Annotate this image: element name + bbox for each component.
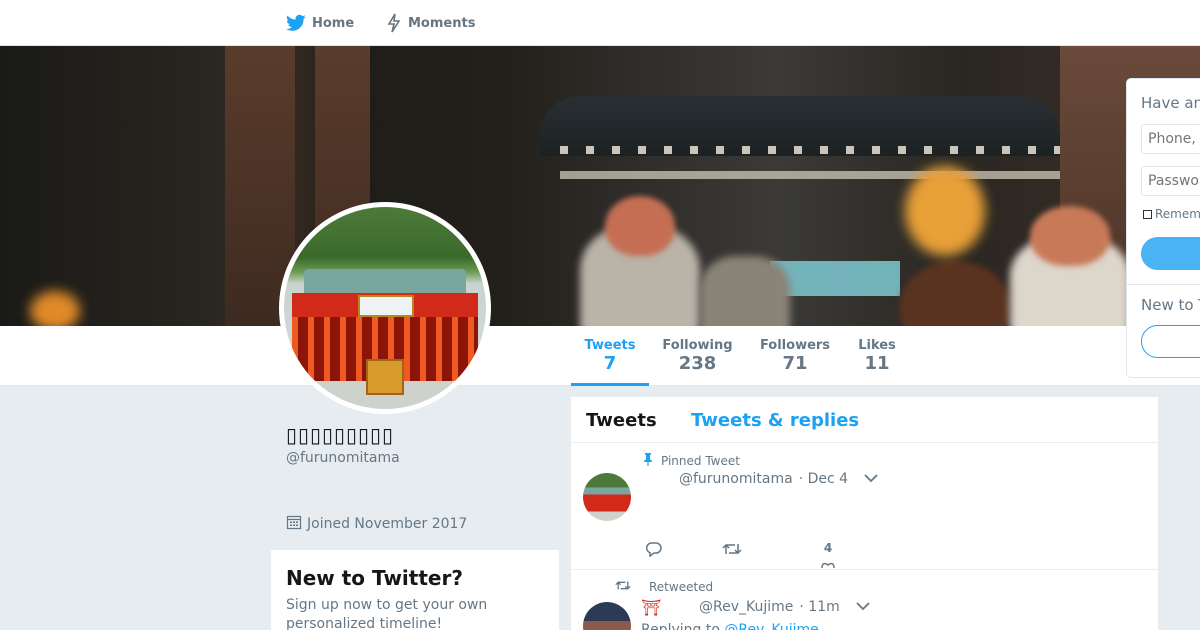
banner-figure — [900, 261, 1010, 326]
stat-following-value: 238 — [678, 353, 717, 374]
nav-moments-label: Moments — [408, 15, 476, 31]
stat-following-label: Following — [662, 338, 733, 353]
nav-moments-link[interactable]: Moments — [386, 12, 475, 34]
tweet-context: Pinned Tweet — [641, 452, 740, 469]
tweet-author-avatar[interactable] — [583, 473, 631, 521]
login-card: Have an Remem New to T — [1126, 78, 1200, 378]
joined-text: Joined November 2017 — [307, 516, 468, 532]
retweet-icon — [722, 541, 742, 560]
banner-lanterns — [560, 146, 1060, 154]
login-divider — [1127, 284, 1200, 285]
nav-home-link[interactable]: Home — [286, 12, 354, 34]
profile-timeline: Tweets Tweets & replies Pinned Tweet @fu… — [571, 397, 1158, 630]
stat-followers-label: Followers — [759, 338, 831, 353]
profile-joined-date: Joined November 2017 — [286, 514, 467, 534]
stat-likes-label: Likes — [858, 338, 896, 353]
profile-handle[interactable]: @furunomitama — [286, 450, 400, 466]
new-to-twitter-card: New to Twitter? Sign up now to get your … — [271, 550, 559, 630]
top-navigation-bar: Home Moments — [0, 0, 1200, 46]
twitter-bird-icon — [286, 14, 306, 32]
stat-followers[interactable]: Followers 71 — [757, 326, 833, 386]
stat-followers-value: 71 — [782, 353, 808, 374]
tweet-author-handle[interactable]: @furunomitama — [679, 471, 793, 487]
avatar-offering-box — [366, 359, 404, 395]
reply-icon — [645, 541, 663, 560]
banner-flame — [30, 291, 80, 326]
retweet-icon — [615, 579, 631, 595]
lightning-icon — [386, 13, 402, 33]
like-count: 4 — [823, 541, 833, 555]
profile-stats-bar: Tweets 7 Following 238 Followers 71 Like… — [0, 326, 1200, 386]
tweet-author-handle[interactable]: @Rev_Kujime — [699, 599, 793, 615]
nav-home-label: Home — [312, 15, 355, 31]
pinned-label: Pinned Tweet — [661, 453, 740, 468]
phone-email-input[interactable] — [1141, 124, 1200, 154]
tab-tweets[interactable]: Tweets — [586, 410, 657, 431]
signup-button[interactable] — [1141, 325, 1200, 358]
retweeted-label: Retweeted — [649, 580, 714, 594]
profile-banner-image[interactable] — [0, 46, 1200, 326]
remember-me-label: Remem — [1155, 207, 1200, 221]
stat-likes[interactable]: Likes 11 — [855, 326, 899, 386]
avatar-image — [284, 207, 486, 409]
tweet-item[interactable]: Retweeted ⛩ @Rev_Kujime · 11m Replying t… — [571, 570, 1158, 630]
torii-gate-icon: ⛩ — [641, 598, 662, 617]
calendar-icon — [286, 514, 302, 534]
signup-card-title: New to Twitter? — [286, 566, 463, 590]
pin-icon — [641, 452, 655, 469]
banner-figure — [1030, 206, 1110, 266]
stat-likes-value: 11 — [864, 353, 890, 374]
banner-flame — [905, 166, 985, 256]
remember-me[interactable]: Remem — [1143, 207, 1200, 221]
login-title: Have an — [1141, 94, 1200, 112]
banner-band — [560, 171, 1080, 179]
retweet-button[interactable] — [722, 541, 742, 560]
tweet-header: @Rev_Kujime · 11m — [699, 599, 870, 615]
banner-figure — [700, 256, 790, 326]
replying-to-link[interactable]: @Rev_Kujime — [724, 622, 818, 630]
profile-display-name[interactable]: ▯▯▯▯▯▯▯▯▯ — [286, 423, 394, 447]
chevron-down-icon[interactable] — [856, 599, 870, 615]
tweet-timestamp[interactable]: · 11m — [799, 599, 839, 615]
tweet-item[interactable]: Pinned Tweet @furunomitama · Dec 4 4 — [571, 443, 1158, 570]
signup-card-text: Sign up now to get your own personalized… — [286, 597, 488, 630]
remember-me-checkbox[interactable] — [1143, 209, 1152, 219]
stat-tweets-value: 7 — [603, 353, 617, 374]
stat-tweets-label: Tweets — [584, 338, 636, 353]
tweet-timestamp[interactable]: · Dec 4 — [799, 471, 848, 487]
like-button[interactable]: 4 — [819, 541, 837, 571]
replying-to-line: Replying to @Rev_Kujime — [641, 622, 819, 630]
new-to-twitter-text: New to T — [1141, 296, 1200, 314]
avatar-shrine-roof — [304, 269, 466, 295]
avatar-shrine-plaque — [358, 295, 414, 317]
timeline-tabs: Tweets Tweets & replies — [571, 397, 1158, 443]
reply-button[interactable] — [645, 541, 663, 560]
login-button[interactable] — [1141, 237, 1200, 270]
profile-avatar[interactable] — [279, 202, 491, 414]
password-input[interactable] — [1141, 166, 1200, 196]
tweet-context: Retweeted — [615, 579, 713, 595]
tab-tweets-and-replies[interactable]: Tweets & replies — [691, 410, 859, 431]
banner-figure — [605, 196, 675, 256]
heart-icon — [819, 557, 837, 571]
tweet-author-avatar[interactable] — [583, 602, 631, 630]
tweet-header: @furunomitama · Dec 4 — [679, 471, 878, 487]
replying-prefix: Replying to — [641, 622, 720, 630]
tweet-actions: 4 — [641, 541, 941, 569]
stat-following[interactable]: Following 238 — [660, 326, 735, 386]
chevron-down-icon[interactable] — [864, 471, 878, 487]
stat-tweets[interactable]: Tweets 7 — [571, 326, 649, 386]
